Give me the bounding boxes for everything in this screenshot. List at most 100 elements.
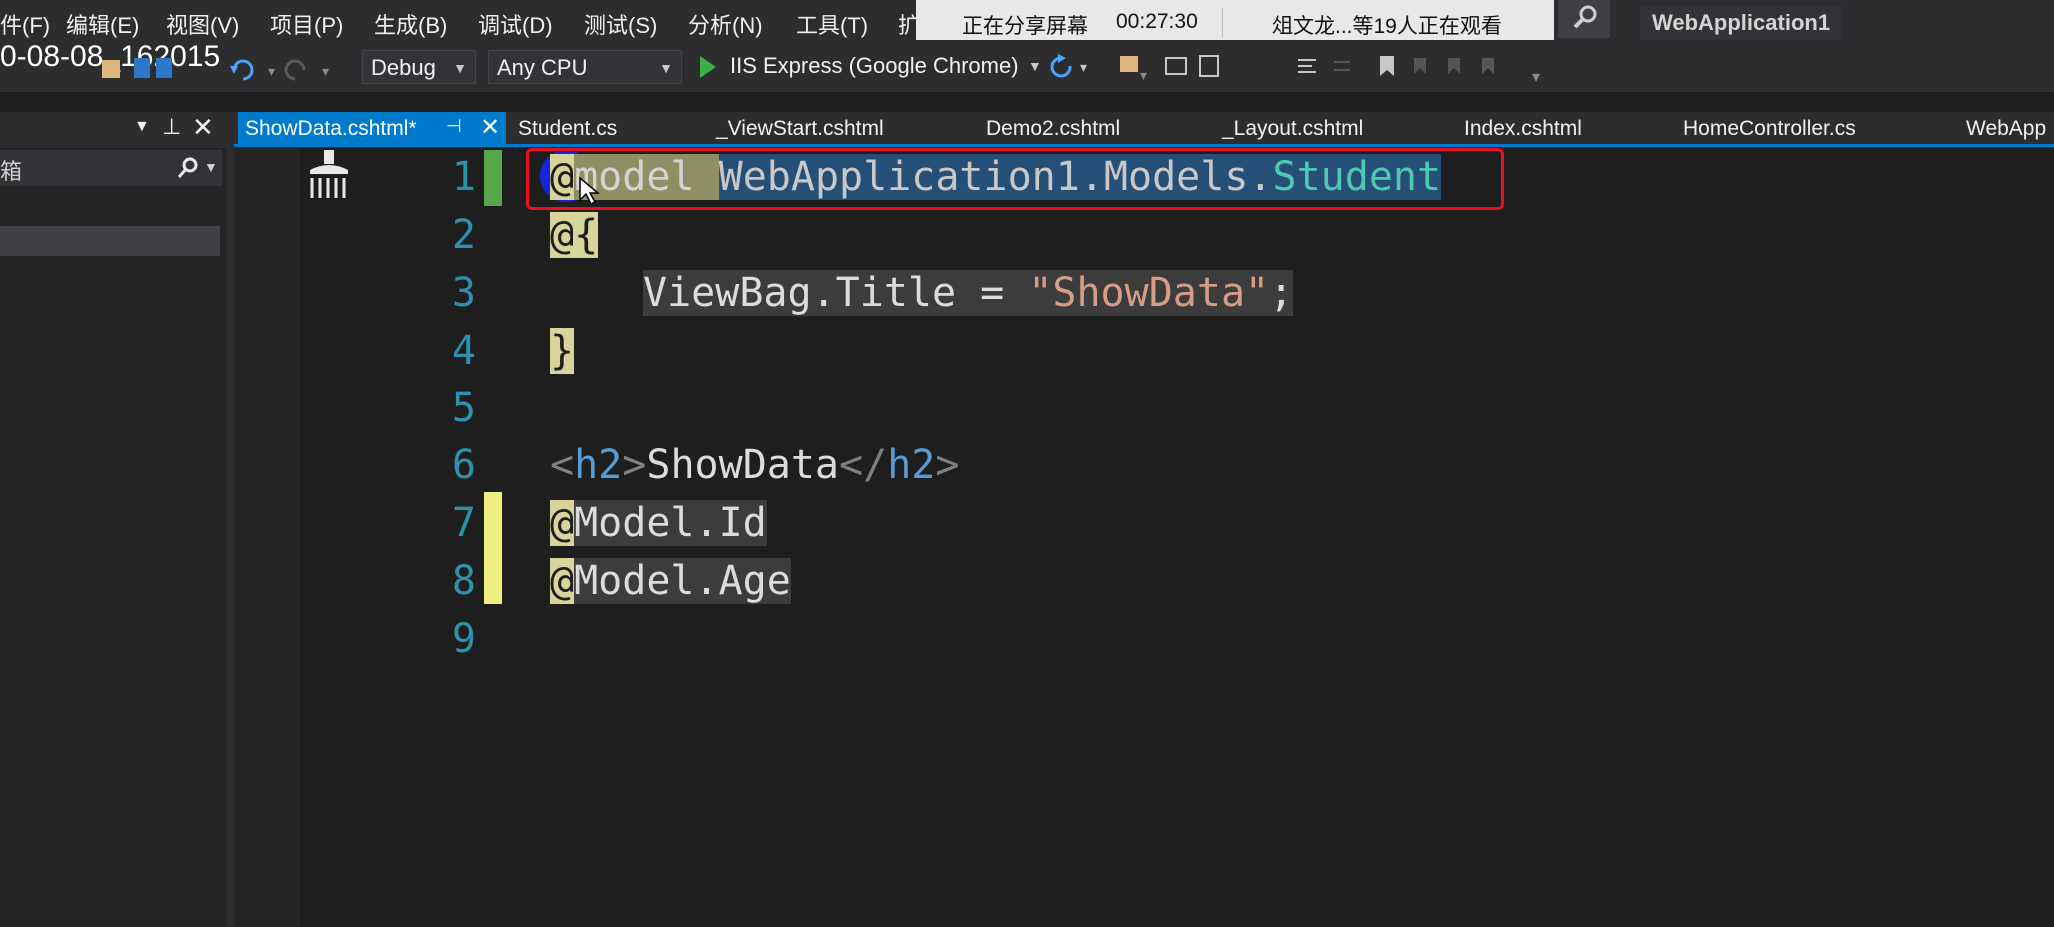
tab-index-cshtml[interactable]: Index.cshtml xyxy=(1464,117,1582,141)
menu-file[interactable]: 件(F) xyxy=(0,8,50,40)
razor-at: @ xyxy=(550,558,575,604)
line-number: 2 xyxy=(451,212,476,258)
panel-selected-row[interactable] xyxy=(0,226,220,256)
mouse-pointer-icon xyxy=(579,176,600,206)
configuration-dropdown[interactable]: Debug ▼ xyxy=(362,50,476,84)
chevron-down-icon: ▼ xyxy=(453,60,467,76)
platform-value: Any CPU xyxy=(497,55,588,80)
close-tab-icon[interactable]: ✕ xyxy=(480,113,500,142)
line-number: 8 xyxy=(451,558,476,604)
redo-icon xyxy=(284,59,306,81)
run-icon[interactable] xyxy=(696,52,720,82)
svg-text:▾: ▾ xyxy=(268,64,275,80)
undo-redo-icons[interactable]: ▾ ▾ xyxy=(226,52,336,86)
menu-view[interactable]: 视图(V) xyxy=(166,8,239,40)
tag-bracket: > xyxy=(622,442,647,488)
tab-showdata-cshtml[interactable]: ShowData.cshtml* ⊣ ✕ xyxy=(238,112,506,147)
razor-at: @ xyxy=(550,212,575,258)
line-number: 7 xyxy=(451,500,476,546)
code-line-8[interactable]: @Model.Age xyxy=(550,558,791,604)
tag-bracket: > xyxy=(935,442,960,488)
line-number: 4 xyxy=(451,328,476,374)
line-number: 5 xyxy=(451,385,476,431)
svg-text:▾: ▾ xyxy=(1080,60,1087,76)
refresh-icon[interactable]: ▾ xyxy=(1046,52,1096,82)
toolbar-misc-icons[interactable]: ▾ ▾ xyxy=(1114,50,1544,86)
line-number: 6 xyxy=(451,442,476,488)
code-line-6[interactable]: <h2>ShowData</h2> xyxy=(550,442,959,488)
comment-icon xyxy=(1199,55,1219,77)
search-button[interactable] xyxy=(1558,0,1610,38)
tab-student-cs[interactable]: Student.cs xyxy=(518,117,617,141)
open-folder-icon xyxy=(102,60,120,78)
search-icon xyxy=(177,157,198,178)
menu-edit[interactable]: 编辑(E) xyxy=(66,8,139,40)
tab-homecontroller-cs[interactable]: HomeController.cs xyxy=(1683,117,1856,141)
editor-margin xyxy=(234,148,300,927)
svg-text:▾: ▾ xyxy=(322,64,329,80)
line-number: 1 xyxy=(451,154,476,200)
tab-layout-cshtml[interactable]: _Layout.cshtml xyxy=(1222,117,1363,141)
code-line-4[interactable]: } xyxy=(550,328,575,374)
tag-name: h2 xyxy=(574,442,623,488)
tag-name: h2 xyxy=(887,442,936,488)
brace-close: } xyxy=(550,328,575,374)
tab-accent-line xyxy=(234,144,2054,147)
string-literal: "ShowData" xyxy=(1028,270,1270,316)
model-id-expr: Model.Id xyxy=(574,500,767,546)
menu-tools[interactable]: 工具(T) xyxy=(796,8,868,40)
svg-text:▾: ▾ xyxy=(1140,68,1147,84)
model-age-expr: Model.Age xyxy=(574,558,791,604)
toolbar-file-icons xyxy=(102,58,172,78)
share-elapsed-time: 00:27:30 xyxy=(1116,10,1198,33)
line-number: 3 xyxy=(451,270,476,316)
tab-demo2-cshtml[interactable]: Demo2.cshtml xyxy=(986,117,1120,141)
brace-open: { xyxy=(574,212,599,258)
pin-tab-icon[interactable]: ⊣ xyxy=(446,116,462,137)
viewers-count[interactable]: 俎文龙...等19人正在观看 xyxy=(1272,10,1502,40)
tag-bracket: </ xyxy=(839,442,888,488)
browse-folder-icon xyxy=(1120,56,1138,72)
save-all-icon xyxy=(156,58,172,78)
platform-dropdown[interactable]: Any CPU ▼ xyxy=(488,50,682,84)
panel-search-box[interactable]: 箱 ▼ xyxy=(0,150,222,186)
razor-at: @ xyxy=(550,500,575,546)
saved-change-marker xyxy=(484,150,502,206)
menu-test[interactable]: 测试(S) xyxy=(584,8,657,40)
panel-splitter[interactable] xyxy=(226,112,234,927)
solution-title: WebApplication1 xyxy=(1640,6,1843,40)
tag-bracket: < xyxy=(550,442,575,488)
run-target-chevron-icon[interactable]: ▼ xyxy=(1028,58,1042,74)
search-icon xyxy=(1573,5,1597,29)
panel-menu-chevron-icon[interactable]: ▼ xyxy=(134,118,150,136)
tab-label: ShowData.cshtml* xyxy=(245,117,417,140)
viewbag-assignment: ViewBag.Title = xyxy=(643,270,1029,316)
search-options-chevron-icon[interactable]: ▼ xyxy=(204,159,218,175)
tab-webapp[interactable]: WebApp xyxy=(1966,117,2046,141)
step-icon xyxy=(1165,57,1187,75)
configuration-value: Debug xyxy=(371,55,436,80)
sharing-label: 正在分享屏幕 xyxy=(962,15,1088,38)
menu-project[interactable]: 项目(P) xyxy=(270,8,343,40)
svg-text:▾: ▾ xyxy=(1532,67,1540,86)
code-editor[interactable] xyxy=(234,148,2054,927)
tab-viewstart-cshtml[interactable]: _ViewStart.cshtml xyxy=(716,117,884,141)
code-line-3[interactable]: ViewBag.Title = "ShowData"; xyxy=(643,270,1294,316)
brush-icon[interactable] xyxy=(302,148,356,204)
pin-icon[interactable]: ⊥ xyxy=(162,114,181,140)
menu-build[interactable]: 生成(B) xyxy=(374,8,447,40)
undo-icon xyxy=(232,59,254,81)
menu-debug[interactable]: 调试(D) xyxy=(478,8,553,40)
panel-search-label: 箱 xyxy=(0,159,23,184)
bookmark-icon xyxy=(1380,56,1394,76)
code-line-2[interactable]: @{ xyxy=(550,212,599,258)
save-icon xyxy=(134,58,150,78)
code-line-7[interactable]: @Model.Id xyxy=(550,500,767,546)
close-panel-icon[interactable]: ✕ xyxy=(192,112,214,143)
run-target-button[interactable]: IIS Express (Google Chrome) xyxy=(730,53,1019,79)
menu-analyze[interactable]: 分析(N) xyxy=(688,8,763,40)
semicolon: ; xyxy=(1269,270,1294,316)
share-divider xyxy=(1222,8,1223,38)
unsaved-change-marker xyxy=(484,492,502,604)
annotation-highlight-box xyxy=(526,148,1504,210)
